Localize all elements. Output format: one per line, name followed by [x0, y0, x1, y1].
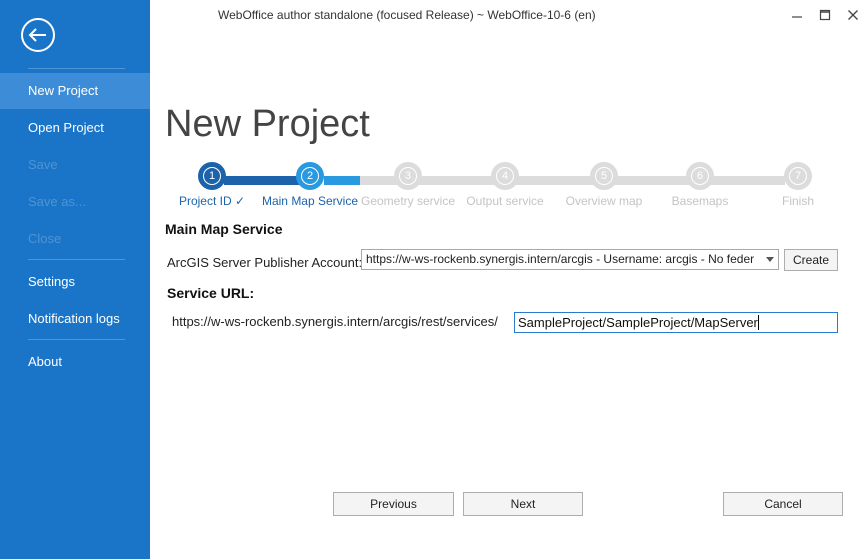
sidebar-item-label: Save as... — [28, 194, 86, 209]
step-indicator: 5 — [590, 162, 618, 190]
sidebar-item-label: Settings — [28, 274, 75, 289]
cancel-button[interactable]: Cancel — [723, 492, 843, 516]
step-indicator: 7 — [784, 162, 812, 190]
step-label: Main Map Service — [261, 194, 359, 208]
wizard-step-main-map-service[interactable]: 2 Main Map Service — [260, 162, 360, 208]
sidebar-item-label: About — [28, 354, 62, 369]
step-indicator: 4 — [491, 162, 519, 190]
close-window-button[interactable] — [839, 4, 867, 26]
step-label: Basemaps — [671, 194, 729, 208]
sidebar-item-about[interactable]: About — [0, 344, 150, 380]
wizard-step-output-service: 4 Output service — [455, 162, 555, 208]
account-dropdown-value: https://w-ws-rockenb.synergis.intern/arc… — [366, 252, 755, 266]
step-indicator: 1 — [198, 162, 226, 190]
step-indicator: 3 — [394, 162, 422, 190]
service-url-value: SampleProject/SampleProject/MapServer — [518, 315, 758, 330]
sidebar-item-label: New Project — [28, 83, 99, 98]
close-icon — [848, 10, 858, 20]
wizard-step-project-id[interactable]: 1 Project ID ✓ — [162, 162, 262, 208]
account-label: ArcGIS Server Publisher Account: — [167, 255, 363, 270]
sidebar-divider — [28, 339, 125, 340]
sidebar-item-close: Close — [0, 221, 150, 257]
wizard-step-basemaps: 6 Basemaps — [650, 162, 750, 208]
sidebar-item-settings[interactable]: Settings — [0, 264, 150, 300]
wizard-progress: 1 Project ID ✓ 2 Main Map Service 3 Geom… — [160, 162, 850, 212]
step-number: 6 — [691, 167, 709, 185]
title-bar: WebOffice author standalone (focused Rel… — [150, 0, 867, 30]
sidebar-item-notification-logs[interactable]: Notification logs — [0, 301, 150, 337]
step-indicator: 6 — [686, 162, 714, 190]
sidebar-item-open-project[interactable]: Open Project — [0, 110, 150, 146]
window-title: WebOffice author standalone (focused Rel… — [218, 8, 596, 22]
sidebar-item-label: Notification logs — [28, 311, 120, 326]
next-button[interactable]: Next — [463, 492, 583, 516]
account-dropdown[interactable]: https://w-ws-rockenb.synergis.intern/arc… — [361, 249, 779, 270]
step-number: 5 — [595, 167, 613, 185]
maximize-button[interactable] — [811, 4, 839, 26]
previous-button[interactable]: Previous — [333, 492, 454, 516]
minimize-button[interactable] — [783, 4, 811, 26]
wizard-step-finish: 7 Finish — [748, 162, 848, 208]
step-label: Project ID ✓ — [178, 194, 246, 208]
page-title: New Project — [165, 103, 370, 145]
step-number: 3 — [399, 167, 417, 185]
backstage-sidebar: New Project Open Project Save Save as...… — [0, 0, 150, 559]
chevron-down-icon — [765, 250, 775, 269]
step-number: 7 — [789, 167, 807, 185]
step-label: Output service — [466, 194, 544, 208]
text-caret — [757, 315, 759, 330]
sidebar-item-label: Close — [28, 231, 62, 246]
step-number: 1 — [203, 167, 221, 185]
create-button[interactable]: Create — [784, 249, 838, 271]
wizard-step-geometry-service: 3 Geometry service — [358, 162, 458, 208]
minimize-icon — [792, 16, 802, 18]
sidebar-item-label: Open Project — [28, 120, 104, 135]
sidebar-divider — [28, 68, 125, 69]
service-url-input[interactable]: SampleProject/SampleProject/MapServer — [514, 312, 838, 333]
sidebar-divider — [28, 259, 125, 260]
sidebar-item-save-as: Save as... — [0, 184, 150, 220]
step-number: 2 — [301, 167, 319, 185]
step-label: Finish — [781, 194, 814, 208]
step-label: Overview map — [565, 194, 643, 208]
step-indicator: 2 — [296, 162, 324, 190]
sidebar-item-label: Save — [28, 157, 58, 172]
back-arrow-icon — [21, 18, 55, 52]
back-button[interactable] — [20, 17, 56, 53]
wizard-step-overview-map: 5 Overview map — [554, 162, 654, 208]
sidebar-item-save: Save — [0, 147, 150, 183]
step-number: 4 — [496, 167, 514, 185]
service-url-prefix: https://w-ws-rockenb.synergis.intern/arc… — [172, 314, 498, 329]
service-url-heading: Service URL: — [167, 285, 255, 301]
maximize-icon — [819, 9, 831, 21]
sidebar-item-new-project[interactable]: New Project — [0, 73, 150, 109]
step-label: Geometry service — [360, 194, 456, 208]
section-heading: Main Map Service — [165, 221, 283, 237]
